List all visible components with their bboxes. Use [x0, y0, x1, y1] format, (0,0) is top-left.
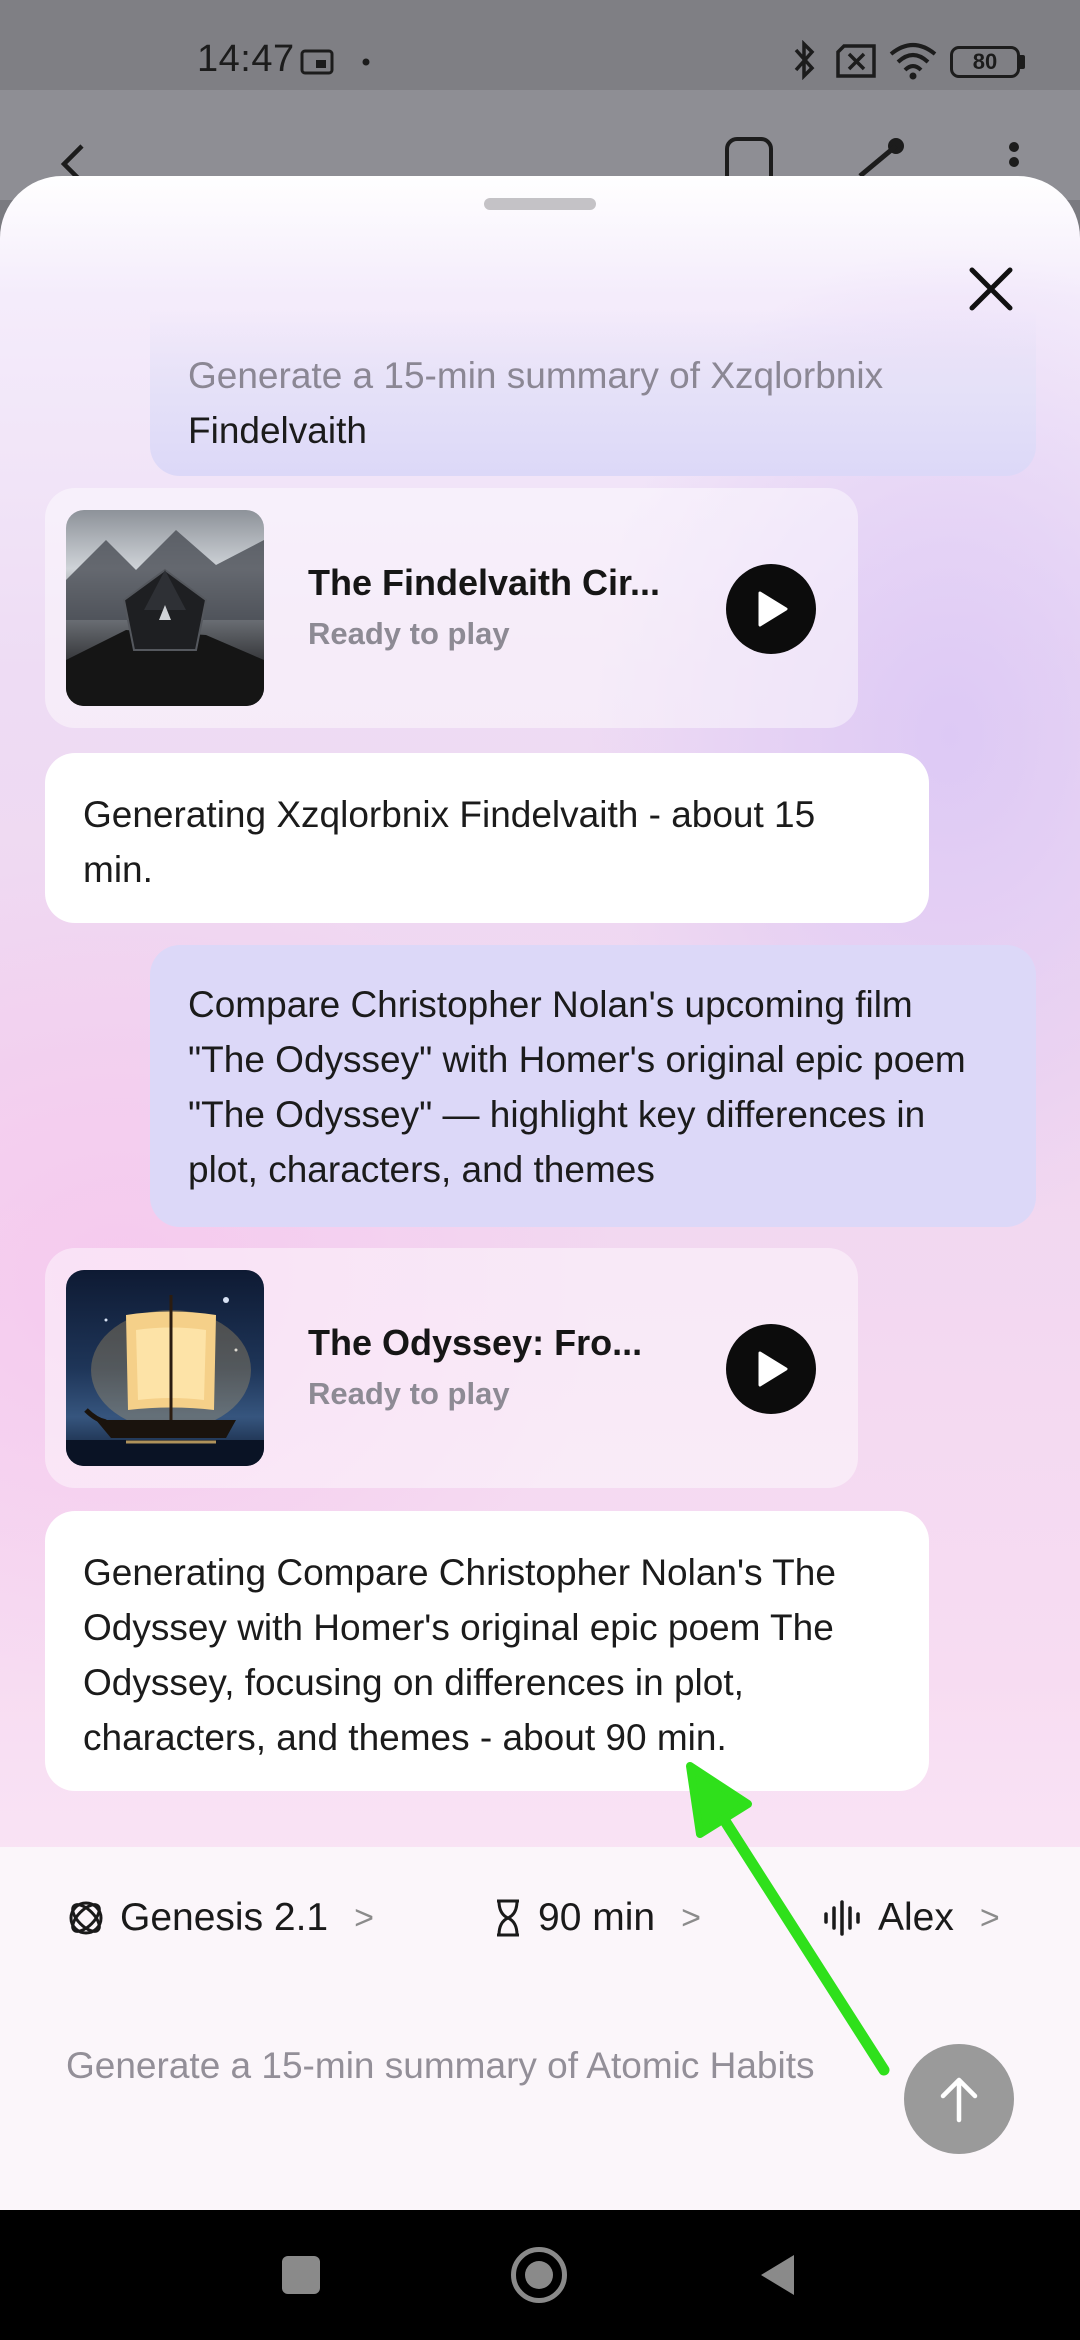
voice-wave-icon: [824, 1900, 860, 1936]
crystal-art: [66, 530, 264, 706]
audio-card-title: The Findelvaith Cir...: [308, 562, 661, 603]
voice-label: Alex: [878, 1896, 954, 1939]
status-time: 14:47: [197, 38, 295, 80]
user-message-text: Findelvaith: [188, 410, 367, 451]
screen: 14:47 80 Generate a 15-min summary of Xz…: [0, 0, 1080, 2340]
assistant-message-text: Generating Xzqlorbnix Findelvaith - abou…: [83, 794, 816, 890]
no-sim-icon: [836, 44, 876, 78]
bottom-sheet: Generate a 15-min summary of Xzqlorbnix …: [0, 176, 1080, 2210]
hourglass-icon: [497, 1899, 519, 1937]
chevron-right-icon: >: [681, 1898, 701, 1937]
duration-label: 90 min: [538, 1896, 656, 1939]
play-icon: [758, 1351, 788, 1387]
wifi-icon: [889, 43, 937, 80]
chevron-right-icon: >: [979, 1898, 1000, 1937]
status-bar: 14:47 80: [0, 0, 1080, 90]
prompt-input[interactable]: Generate a 15-min summary of Atomic Habi…: [66, 2038, 826, 2093]
assistant-message: Generating Xzqlorbnix Findelvaith - abou…: [45, 753, 929, 923]
user-message: Compare Christopher Nolan's upcoming fil…: [150, 945, 1036, 1227]
dark-crystal-mountain-thumbnail: [66, 510, 264, 706]
bluetooth-icon: [794, 40, 815, 80]
back-triangle-icon[interactable]: [758, 2253, 798, 2297]
audio-card[interactable]: The Findelvaith Cir... Ready to play: [45, 488, 858, 728]
chevron-right-icon: >: [354, 1898, 374, 1937]
more-vert-icon[interactable]: [1006, 140, 1022, 180]
model-selector[interactable]: Genesis 2.1 >: [66, 1888, 374, 1948]
send-button[interactable]: [904, 2044, 1014, 2154]
user-message-text: Compare Christopher Nolan's upcoming fil…: [188, 984, 966, 1190]
sailing-ship-night-thumbnail: [66, 1270, 264, 1466]
duration-selector[interactable]: 90 min >: [492, 1888, 701, 1948]
battery-tip: [1020, 55, 1025, 69]
dot-icon: [362, 58, 370, 66]
audio-card[interactable]: The Odyssey: Fro... Ready to play: [45, 1248, 858, 1488]
audio-card-status: Ready to play: [308, 1376, 510, 1411]
ship-art: [66, 1295, 264, 1466]
sheet-drag-handle[interactable]: [484, 198, 596, 210]
battery-icon: 80: [950, 46, 1020, 78]
battery-level: 80: [972, 49, 998, 74]
voice-selector[interactable]: Alex >: [822, 1888, 1000, 1948]
system-nav-bar: [0, 2210, 1080, 2340]
arrow-up-icon: [940, 2077, 978, 2123]
user-message: Generate a 15-min summary of Xzqlorbnix …: [150, 310, 1036, 476]
play-button[interactable]: [726, 564, 816, 654]
screen-record-icon: [300, 49, 334, 75]
atom-icon: [69, 1901, 103, 1935]
model-label: Genesis 2.1: [120, 1896, 329, 1939]
user-message-text-faded: Generate a 15-min summary of Xzqlorbnix: [188, 355, 884, 396]
audio-card-title: The Odyssey: Fro...: [308, 1322, 643, 1363]
play-icon: [758, 591, 788, 627]
audio-card-status: Ready to play: [308, 616, 510, 651]
assistant-message-text: Generating Compare Christopher Nolan's T…: [83, 1552, 836, 1758]
assistant-message: Generating Compare Christopher Nolan's T…: [45, 1511, 929, 1791]
recents-square-icon[interactable]: [282, 2256, 320, 2294]
play-button[interactable]: [726, 1324, 816, 1414]
home-circle-icon[interactable]: [511, 2247, 567, 2303]
